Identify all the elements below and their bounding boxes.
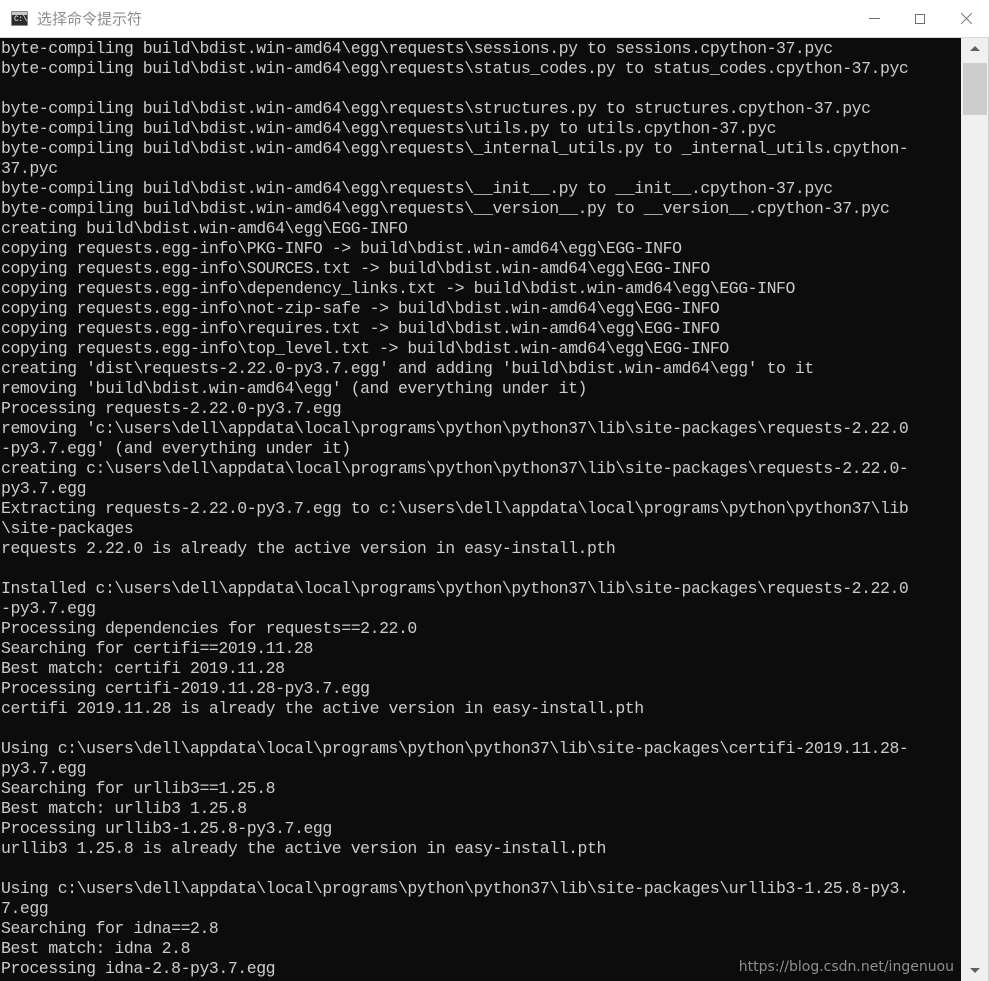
chevron-down-icon — [970, 968, 980, 973]
window-title: 选择命令提示符 — [37, 10, 143, 28]
maximize-button[interactable] — [897, 0, 943, 37]
console-output-pane[interactable]: byte-compiling build\bdist.win-amd64\egg… — [0, 38, 960, 981]
scroll-up-button[interactable] — [961, 38, 989, 59]
cmd-prompt-icon: C:\. — [11, 11, 32, 26]
vertical-scrollbar[interactable] — [960, 38, 989, 981]
console-output-text: byte-compiling build\bdist.win-amd64\egg… — [1, 39, 909, 978]
window-titlebar[interactable]: C:\. 选择命令提示符 — [0, 0, 989, 38]
console-area: byte-compiling build\bdist.win-amd64\egg… — [0, 38, 989, 981]
scrollbar-thumb[interactable] — [963, 63, 987, 115]
close-button[interactable] — [943, 0, 989, 37]
scrollbar-track[interactable] — [961, 59, 989, 960]
minimize-button[interactable] — [851, 0, 897, 37]
cmd-icon-label: C:\. — [14, 15, 32, 24]
command-prompt-window: C:\. 选择命令提示符 byte-compiling build\bdist.… — [0, 0, 989, 981]
titlebar-left-group: C:\. 选择命令提示符 — [0, 8, 142, 29]
scroll-down-button[interactable] — [961, 960, 989, 981]
close-icon — [960, 13, 972, 25]
maximize-icon — [915, 13, 925, 24]
minimize-icon — [868, 18, 880, 19]
chevron-up-icon — [970, 46, 980, 51]
window-controls — [851, 0, 989, 37]
